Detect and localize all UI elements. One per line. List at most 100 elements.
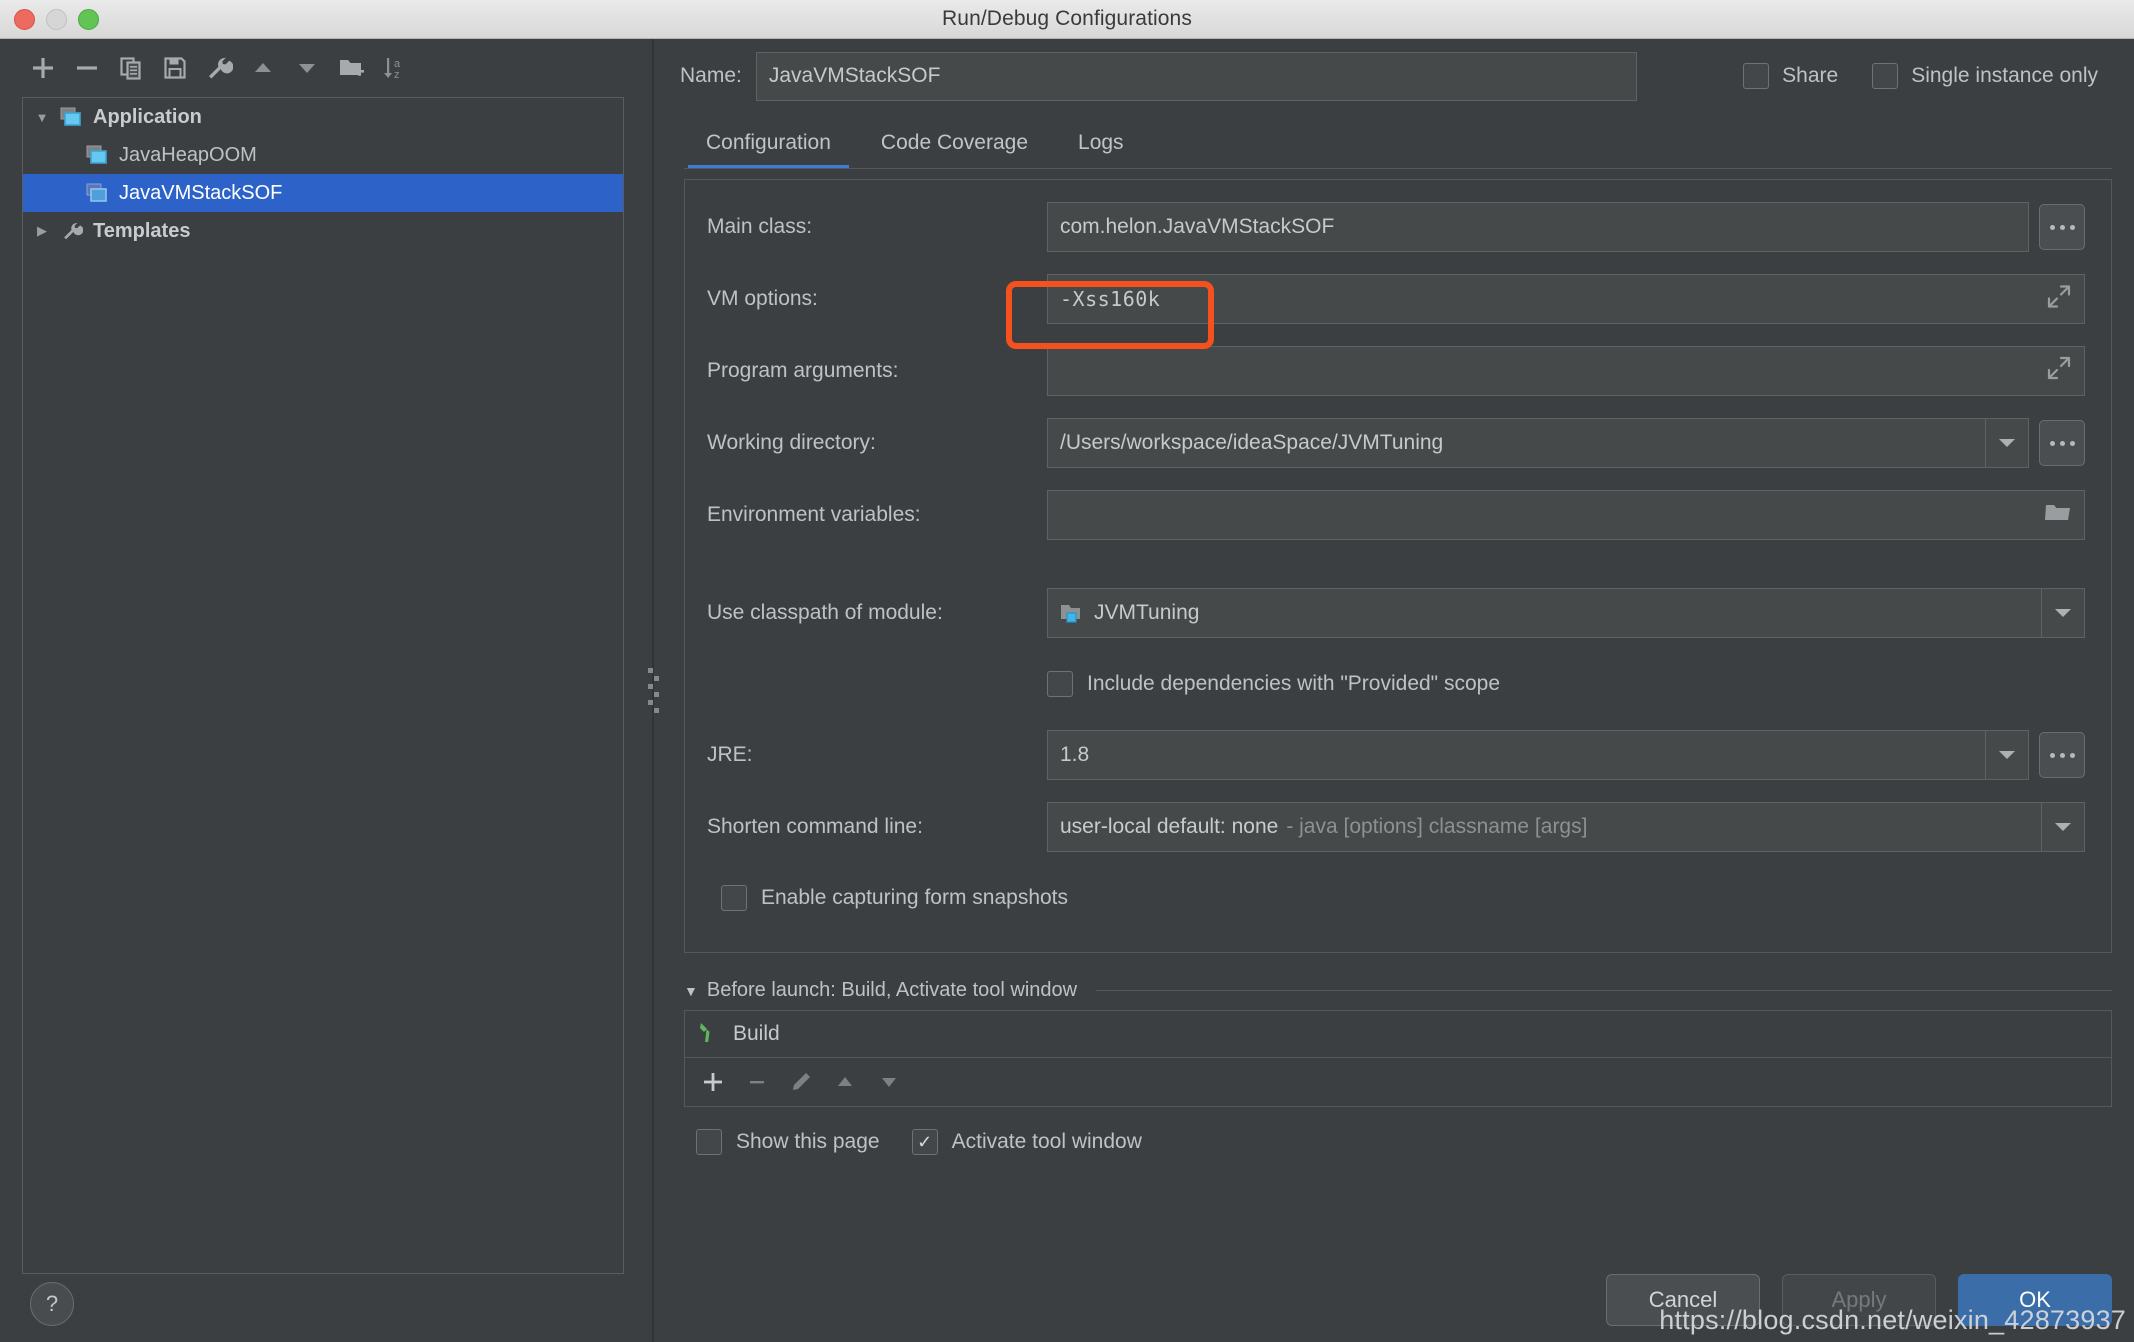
help-button[interactable]: ?: [30, 1282, 74, 1326]
classpath-module-dropdown[interactable]: JVMTuning: [1047, 588, 2085, 638]
chevron-down-icon[interactable]: [1985, 731, 2028, 779]
shorten-command-line-value: user-local default: none: [1060, 815, 1279, 838]
tree-node-javaheapoom[interactable]: JavaHeapOOM: [23, 136, 623, 174]
expand-arrows-icon[interactable]: [2046, 284, 2072, 315]
before-launch-task-build[interactable]: Build: [685, 1011, 2111, 1058]
tab-label: Code Coverage: [880, 131, 1029, 154]
panel-splitter[interactable]: [646, 39, 660, 1342]
move-up-button[interactable]: [244, 49, 282, 87]
share-checkbox-row[interactable]: Share: [1743, 63, 1838, 89]
working-directory-label: Working directory:: [707, 431, 876, 454]
activate-tool-window-checkbox-row[interactable]: ✓ Activate tool window: [911, 1129, 1142, 1155]
move-task-up-button[interactable]: [831, 1068, 859, 1096]
new-folder-button[interactable]: [332, 49, 370, 87]
minimize-window-button[interactable]: [46, 8, 67, 30]
vm-options-row: VM options: -Xss160k: [707, 274, 2085, 324]
jre-browse-button[interactable]: [2039, 732, 2085, 778]
edit-task-button[interactable]: [787, 1068, 815, 1096]
run-debug-configurations-dialog: Run/Debug Configurations a z ▼ Applicati…: [0, 0, 2134, 1342]
single-instance-checkbox-row[interactable]: Single instance only: [1872, 63, 2098, 89]
chevron-right-icon[interactable]: ▶: [33, 223, 51, 239]
include-provided-row: Include dependencies with "Provided" sco…: [707, 660, 2085, 708]
form-snapshots-checkbox-row[interactable]: Enable capturing form snapshots: [707, 885, 1068, 911]
show-this-page-checkbox[interactable]: [696, 1129, 722, 1155]
environment-variables-input[interactable]: [1047, 490, 2085, 540]
add-task-button[interactable]: [699, 1068, 727, 1096]
chevron-down-icon[interactable]: [2041, 803, 2084, 851]
tree-node-label: JavaVMStackSOF: [119, 181, 283, 204]
form-snapshots-checkbox[interactable]: [721, 885, 747, 911]
edit-templates-wrench-icon[interactable]: [200, 49, 238, 87]
application-icon: [59, 106, 85, 128]
share-label: Share: [1782, 64, 1839, 87]
main-class-input[interactable]: com.helon.JavaVMStackSOF: [1047, 202, 2029, 252]
configuration-editor-panel: Name: JavaVMStackSOF Share Single instan…: [660, 39, 2134, 1342]
move-task-down-button[interactable]: [875, 1068, 903, 1096]
add-configuration-button[interactable]: [24, 49, 62, 87]
sort-alphabetically-button[interactable]: a z: [376, 49, 414, 87]
tab-code-coverage[interactable]: Code Coverage: [859, 117, 1050, 169]
jre-row: JRE: 1.8: [707, 730, 2085, 780]
show-this-page-checkbox-row[interactable]: Show this page: [696, 1129, 880, 1155]
task-label: Build: [733, 1022, 780, 1045]
configurations-toolbar: a z: [0, 39, 646, 97]
activate-tool-window-checkbox[interactable]: ✓: [911, 1129, 938, 1155]
application-icon: [85, 182, 111, 204]
working-directory-browse-button[interactable]: [2039, 420, 2085, 466]
activate-tool-window-label: Activate tool window: [951, 1130, 1142, 1153]
wrench-icon: [59, 220, 85, 242]
jre-value: 1.8: [1060, 743, 1090, 766]
program-arguments-input[interactable]: [1047, 346, 2085, 396]
svg-text:z: z: [394, 69, 400, 81]
shorten-command-line-label: Shorten command line:: [707, 815, 923, 838]
remove-task-button[interactable]: [743, 1068, 771, 1096]
single-instance-checkbox[interactable]: [1872, 63, 1899, 89]
configurations-tree[interactable]: ▼ Application JavaHeapOOM JavaVMStackSOF…: [22, 97, 624, 1274]
chevron-down-icon[interactable]: ▼: [684, 983, 698, 999]
folder-icon[interactable]: [2044, 501, 2072, 529]
copy-configuration-button[interactable]: [112, 49, 150, 87]
classpath-module-row: Use classpath of module: JVMTuning: [707, 588, 2085, 638]
tab-underline: [684, 168, 2112, 169]
tree-node-templates[interactable]: ▶ Templates: [23, 212, 623, 250]
form-snapshots-label: Enable capturing form snapshots: [761, 886, 1069, 909]
working-directory-value: /Users/workspace/ideaSpace/JVMTuning: [1060, 431, 1444, 454]
tab-logs[interactable]: Logs: [1056, 117, 1146, 169]
single-instance-label: Single instance only: [1911, 64, 2098, 87]
chevron-down-icon[interactable]: [2041, 589, 2084, 637]
working-directory-row: Working directory: /Users/workspace/idea…: [707, 418, 2085, 468]
splitter-grip[interactable]: [647, 668, 659, 713]
application-icon: [85, 144, 111, 166]
main-class-browse-button[interactable]: [2039, 204, 2085, 250]
working-directory-input[interactable]: /Users/workspace/ideaSpace/JVMTuning: [1047, 418, 2029, 468]
shorten-command-line-dropdown[interactable]: user-local default: none - java [options…: [1047, 802, 2085, 852]
before-launch-header[interactable]: ▼ Before launch: Build, Activate tool wi…: [684, 979, 2112, 1002]
maximize-window-button[interactable]: [78, 8, 99, 30]
include-provided-checkbox-row[interactable]: Include dependencies with "Provided" sco…: [1047, 671, 1500, 697]
tree-node-label: Application: [93, 105, 202, 128]
tree-node-application[interactable]: ▼ Application: [23, 98, 623, 136]
before-launch-task-list[interactable]: Build: [684, 1010, 2112, 1107]
name-input[interactable]: JavaVMStackSOF: [755, 51, 1637, 101]
shorten-command-line-hint: - java [options] classname [args]: [1286, 815, 1588, 838]
include-provided-label: Include dependencies with "Provided" sco…: [1087, 672, 1501, 695]
jre-label: JRE:: [707, 743, 753, 766]
chevron-down-icon[interactable]: [1985, 419, 2028, 467]
jre-dropdown[interactable]: 1.8: [1047, 730, 2029, 780]
vm-options-input[interactable]: -Xss160k: [1047, 274, 2085, 324]
expand-arrows-icon[interactable]: [2046, 355, 2072, 387]
tab-configuration[interactable]: Configuration: [684, 117, 853, 169]
tree-node-javavmstacksof[interactable]: JavaVMStackSOF: [23, 174, 623, 212]
name-label: Name:: [680, 64, 742, 87]
save-configuration-button[interactable]: [156, 49, 194, 87]
remove-configuration-button[interactable]: [68, 49, 106, 87]
close-window-button[interactable]: [14, 8, 35, 30]
environment-variables-row: Environment variables:: [707, 490, 2085, 540]
include-provided-checkbox[interactable]: [1047, 671, 1073, 697]
move-down-button[interactable]: [288, 49, 326, 87]
vm-options-label: VM options:: [707, 287, 818, 310]
share-checkbox[interactable]: [1743, 63, 1770, 89]
chevron-down-icon[interactable]: ▼: [33, 110, 51, 125]
before-launch-checkboxes: Show this page ✓ Activate tool window: [684, 1129, 2112, 1155]
show-this-page-label: Show this page: [736, 1130, 880, 1153]
